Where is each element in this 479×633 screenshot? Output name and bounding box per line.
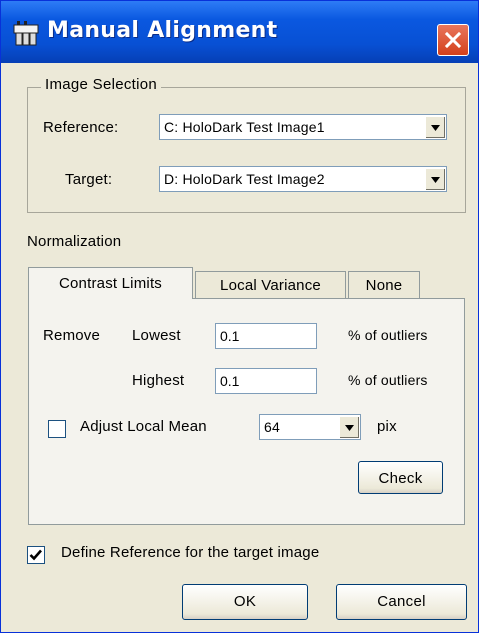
adjust-local-mean-checkbox[interactable] [48, 420, 66, 438]
target-select[interactable]: D: HoloDark Test Image2 [159, 166, 447, 192]
tab-contrast-limits-label: Contrast Limits [58, 275, 163, 292]
reference-value: C: HoloDark Test Image1 [164, 119, 325, 135]
image-selection-group [27, 87, 466, 213]
reference-label: Reference: [43, 119, 119, 136]
dialog-title: Manual Alignment [47, 18, 278, 43]
adjust-local-mean-label: Adjust Local Mean [80, 418, 207, 435]
adjust-local-mean-select[interactable]: 64 [259, 414, 361, 440]
check-button[interactable]: Check [358, 461, 443, 494]
reference-select[interactable]: C: HoloDark Test Image1 [159, 114, 447, 140]
highest-input[interactable]: 0.1 [215, 368, 317, 394]
lowest-label: Lowest [132, 327, 181, 344]
target-label: Target: [65, 171, 113, 188]
reference-dropdown-button[interactable] [425, 116, 445, 138]
tab-none-label: None [365, 277, 403, 294]
tab-none[interactable]: None [348, 271, 420, 299]
tab-local-variance[interactable]: Local Variance [195, 271, 346, 299]
ok-button-label: OK [233, 593, 257, 610]
highest-outliers-unit: % of outliers [348, 372, 428, 388]
normalization-label: Normalization [27, 233, 122, 250]
close-button[interactable] [437, 24, 469, 56]
image-selection-title: Image Selection [41, 76, 162, 93]
close-icon [444, 31, 462, 49]
remove-label: Remove [43, 327, 101, 344]
cancel-button[interactable]: Cancel [336, 584, 467, 620]
chevron-down-icon [431, 125, 440, 131]
lowest-input[interactable]: 0.1 [215, 323, 317, 349]
highest-label: Highest [132, 372, 185, 389]
lowest-outliers-unit: % of outliers [348, 327, 428, 343]
cancel-button-label: Cancel [377, 593, 426, 610]
define-reference-label: Define Reference for the target image [61, 544, 320, 561]
adjust-local-mean-value: 64 [264, 419, 280, 435]
adjust-dropdown-button[interactable] [339, 416, 359, 438]
chevron-down-icon [345, 425, 354, 431]
ok-button[interactable]: OK [182, 584, 308, 620]
check-button-label: Check [378, 470, 423, 487]
tab-contrast-limits[interactable]: Contrast Limits [28, 267, 193, 299]
target-dropdown-button[interactable] [425, 168, 445, 190]
target-value: D: HoloDark Test Image2 [164, 171, 325, 187]
title-bar[interactable]: Manual Alignment [1, 1, 478, 63]
checkmark-icon [29, 549, 42, 561]
app-icon [13, 21, 39, 47]
define-reference-checkbox[interactable] [27, 546, 45, 564]
pix-label: pix [377, 418, 397, 435]
tab-local-variance-label: Local Variance [220, 277, 321, 294]
manual-alignment-dialog: Manual Alignment Image Selection Referen… [0, 0, 479, 633]
chevron-down-icon [431, 177, 440, 183]
